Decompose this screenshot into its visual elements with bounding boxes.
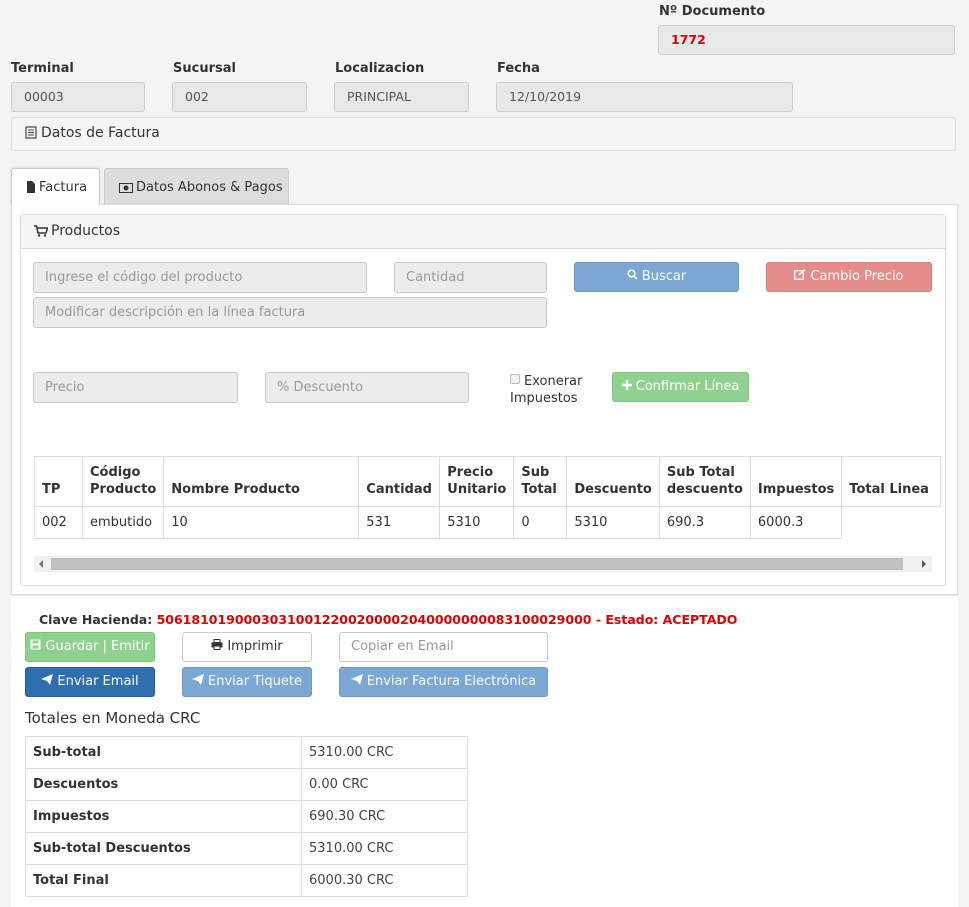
doc-number-label: Nº Documento xyxy=(659,4,766,19)
total-value: 0.00 CRC xyxy=(301,768,468,801)
save-icon xyxy=(30,639,41,654)
shopping-cart-icon xyxy=(34,225,49,241)
imprimir-button[interactable]: Imprimir xyxy=(182,632,312,662)
productos-table: TP Código Producto Nombre Producto Canti… xyxy=(34,456,942,539)
datos-factura-header: Datos de Factura xyxy=(11,117,956,151)
productos-title: Productos xyxy=(51,223,121,239)
tab-label: Datos Abonos & Pagos xyxy=(136,180,283,195)
table-row: 002 embutido 10 531 5310 0 5310 690.3 60… xyxy=(34,506,941,539)
totales-table: Sub-total 5310.00 CRC Descuentos 0.00 CRC … xyxy=(25,736,468,897)
paper-plane-icon xyxy=(192,674,205,689)
total-label: Descuentos xyxy=(25,768,302,801)
th-subtotal-descuento: Sub Total descuento xyxy=(658,456,751,507)
section-title: Datos de Factura xyxy=(41,125,160,141)
plus-icon xyxy=(621,379,632,394)
terminal-field: 00003 xyxy=(11,82,145,112)
buscar-label: Buscar xyxy=(641,269,687,284)
th-total-linea: Total Linea xyxy=(841,456,942,507)
cell-subtotal-descuento: 690.3 xyxy=(658,506,751,539)
sucursal-field: 002 xyxy=(172,82,307,112)
terminal-label: Terminal xyxy=(11,61,74,76)
productos-header: Productos xyxy=(21,215,945,249)
th-impuestos: Impuestos xyxy=(749,456,843,507)
guardar-emitir-button[interactable]: Guardar | Emitir xyxy=(25,632,155,662)
total-value: 690.30 CRC xyxy=(301,800,468,833)
table-row: Sub-total 5310.00 CRC xyxy=(25,736,468,769)
print-icon xyxy=(211,639,223,654)
total-label: Sub-total Descuentos xyxy=(25,832,302,865)
th-codigo: Código Producto xyxy=(81,456,165,507)
horizontal-scrollbar[interactable] xyxy=(34,556,932,572)
enviar-email-button[interactable]: Enviar Email xyxy=(25,667,155,697)
table-row: Sub-total Descuentos 5310.00 CRC xyxy=(25,832,468,865)
enviar-tiquete-label: Enviar Tiquete xyxy=(208,674,302,689)
enviar-factura-label: Enviar Factura Electrónica xyxy=(366,674,537,689)
cell-codigo: embutido xyxy=(81,506,165,539)
clave-hacienda: Clave Hacienda: 506181019000303100122002… xyxy=(39,612,737,627)
exonerar-label: Exonerar Impuestos xyxy=(510,374,583,406)
table-row: Total Final 6000.30 CRC xyxy=(25,864,468,897)
th-descuento: Descuento xyxy=(566,456,660,507)
th-tp: TP xyxy=(34,456,83,507)
cell-descuento: 5310 xyxy=(566,506,660,539)
th-cantidad: Cantidad xyxy=(358,456,441,507)
th-nombre: Nombre Producto xyxy=(163,456,360,507)
imprimir-label: Imprimir xyxy=(227,639,283,654)
enviar-email-label: Enviar Email xyxy=(57,674,139,689)
buscar-button[interactable]: Buscar xyxy=(574,262,739,292)
search-icon xyxy=(627,269,638,284)
fecha-label: Fecha xyxy=(497,61,540,76)
tab-factura[interactable]: Factura xyxy=(11,168,100,205)
clave-value: 5061810190003031001220020000204000000008… xyxy=(156,612,738,627)
confirmar-label: Confirmar Línea xyxy=(635,379,740,394)
total-value: 5310.00 CRC xyxy=(301,832,468,865)
clave-label: Clave Hacienda: xyxy=(39,612,153,627)
th-subtotal: Sub Total xyxy=(513,456,568,507)
guardar-label: Guardar | Emitir xyxy=(45,639,150,654)
money-icon xyxy=(119,182,133,197)
file-icon xyxy=(26,181,36,197)
cambio-precio-button[interactable]: Cambio Precio xyxy=(766,262,932,292)
totales-title: Totales en Moneda CRC xyxy=(25,709,201,727)
cell-cantidad: 531 xyxy=(358,506,441,539)
table-row: Impuestos 690.30 CRC xyxy=(25,800,468,833)
cell-subtotal: 0 xyxy=(513,506,568,539)
tab-label: Factura xyxy=(39,180,88,195)
enviar-tiquete-button[interactable]: Enviar Tiquete xyxy=(182,667,312,697)
cell-impuestos: 6000.3 xyxy=(749,506,843,539)
tab-abonos-pagos[interactable]: Datos Abonos & Pagos xyxy=(104,168,289,205)
localizacion-field: PRINCIPAL xyxy=(334,82,469,112)
scroll-right-icon[interactable] xyxy=(922,560,926,568)
edit-icon xyxy=(794,268,807,284)
cantidad-input[interactable]: Cantidad xyxy=(394,262,547,293)
copiar-email-input[interactable]: Copiar en Email xyxy=(339,632,548,662)
paper-plane-icon xyxy=(41,674,54,689)
localizacion-label: Localizacion xyxy=(335,61,425,76)
total-value: 6000.30 CRC xyxy=(301,864,468,897)
confirmar-linea-button[interactable]: Confirmar Línea xyxy=(612,372,749,402)
sucursal-label: Sucursal xyxy=(173,61,236,76)
doc-number-field: 1772 xyxy=(658,25,955,55)
descripcion-input[interactable]: Modificar descripción en la línea factur… xyxy=(33,297,547,328)
th-precio: Precio Unitario xyxy=(439,456,515,507)
enviar-factura-button[interactable]: Enviar Factura Electrónica xyxy=(339,667,548,697)
total-label: Sub-total xyxy=(25,736,302,769)
precio-input[interactable]: Precio xyxy=(33,372,238,403)
total-label: Impuestos xyxy=(25,800,302,833)
cambio-precio-label: Cambio Precio xyxy=(810,269,904,284)
cell-total-linea xyxy=(841,506,941,539)
scroll-left-icon[interactable] xyxy=(39,560,43,568)
scrollbar-thumb[interactable] xyxy=(51,558,903,570)
codigo-producto-input[interactable]: Ingrese el código del producto xyxy=(33,262,367,293)
cell-tp: 002 xyxy=(34,506,83,539)
cell-nombre: 10 xyxy=(163,506,360,539)
list-icon xyxy=(25,126,37,143)
total-label: Total Final xyxy=(25,864,302,897)
descuento-input[interactable]: % Descuento xyxy=(265,372,469,403)
fecha-field: 12/10/2019 xyxy=(496,82,793,112)
paper-plane-icon xyxy=(350,674,363,689)
cell-precio: 5310 xyxy=(439,506,515,539)
total-value: 5310.00 CRC xyxy=(301,736,468,769)
table-row: Descuentos 0.00 CRC xyxy=(25,768,468,801)
